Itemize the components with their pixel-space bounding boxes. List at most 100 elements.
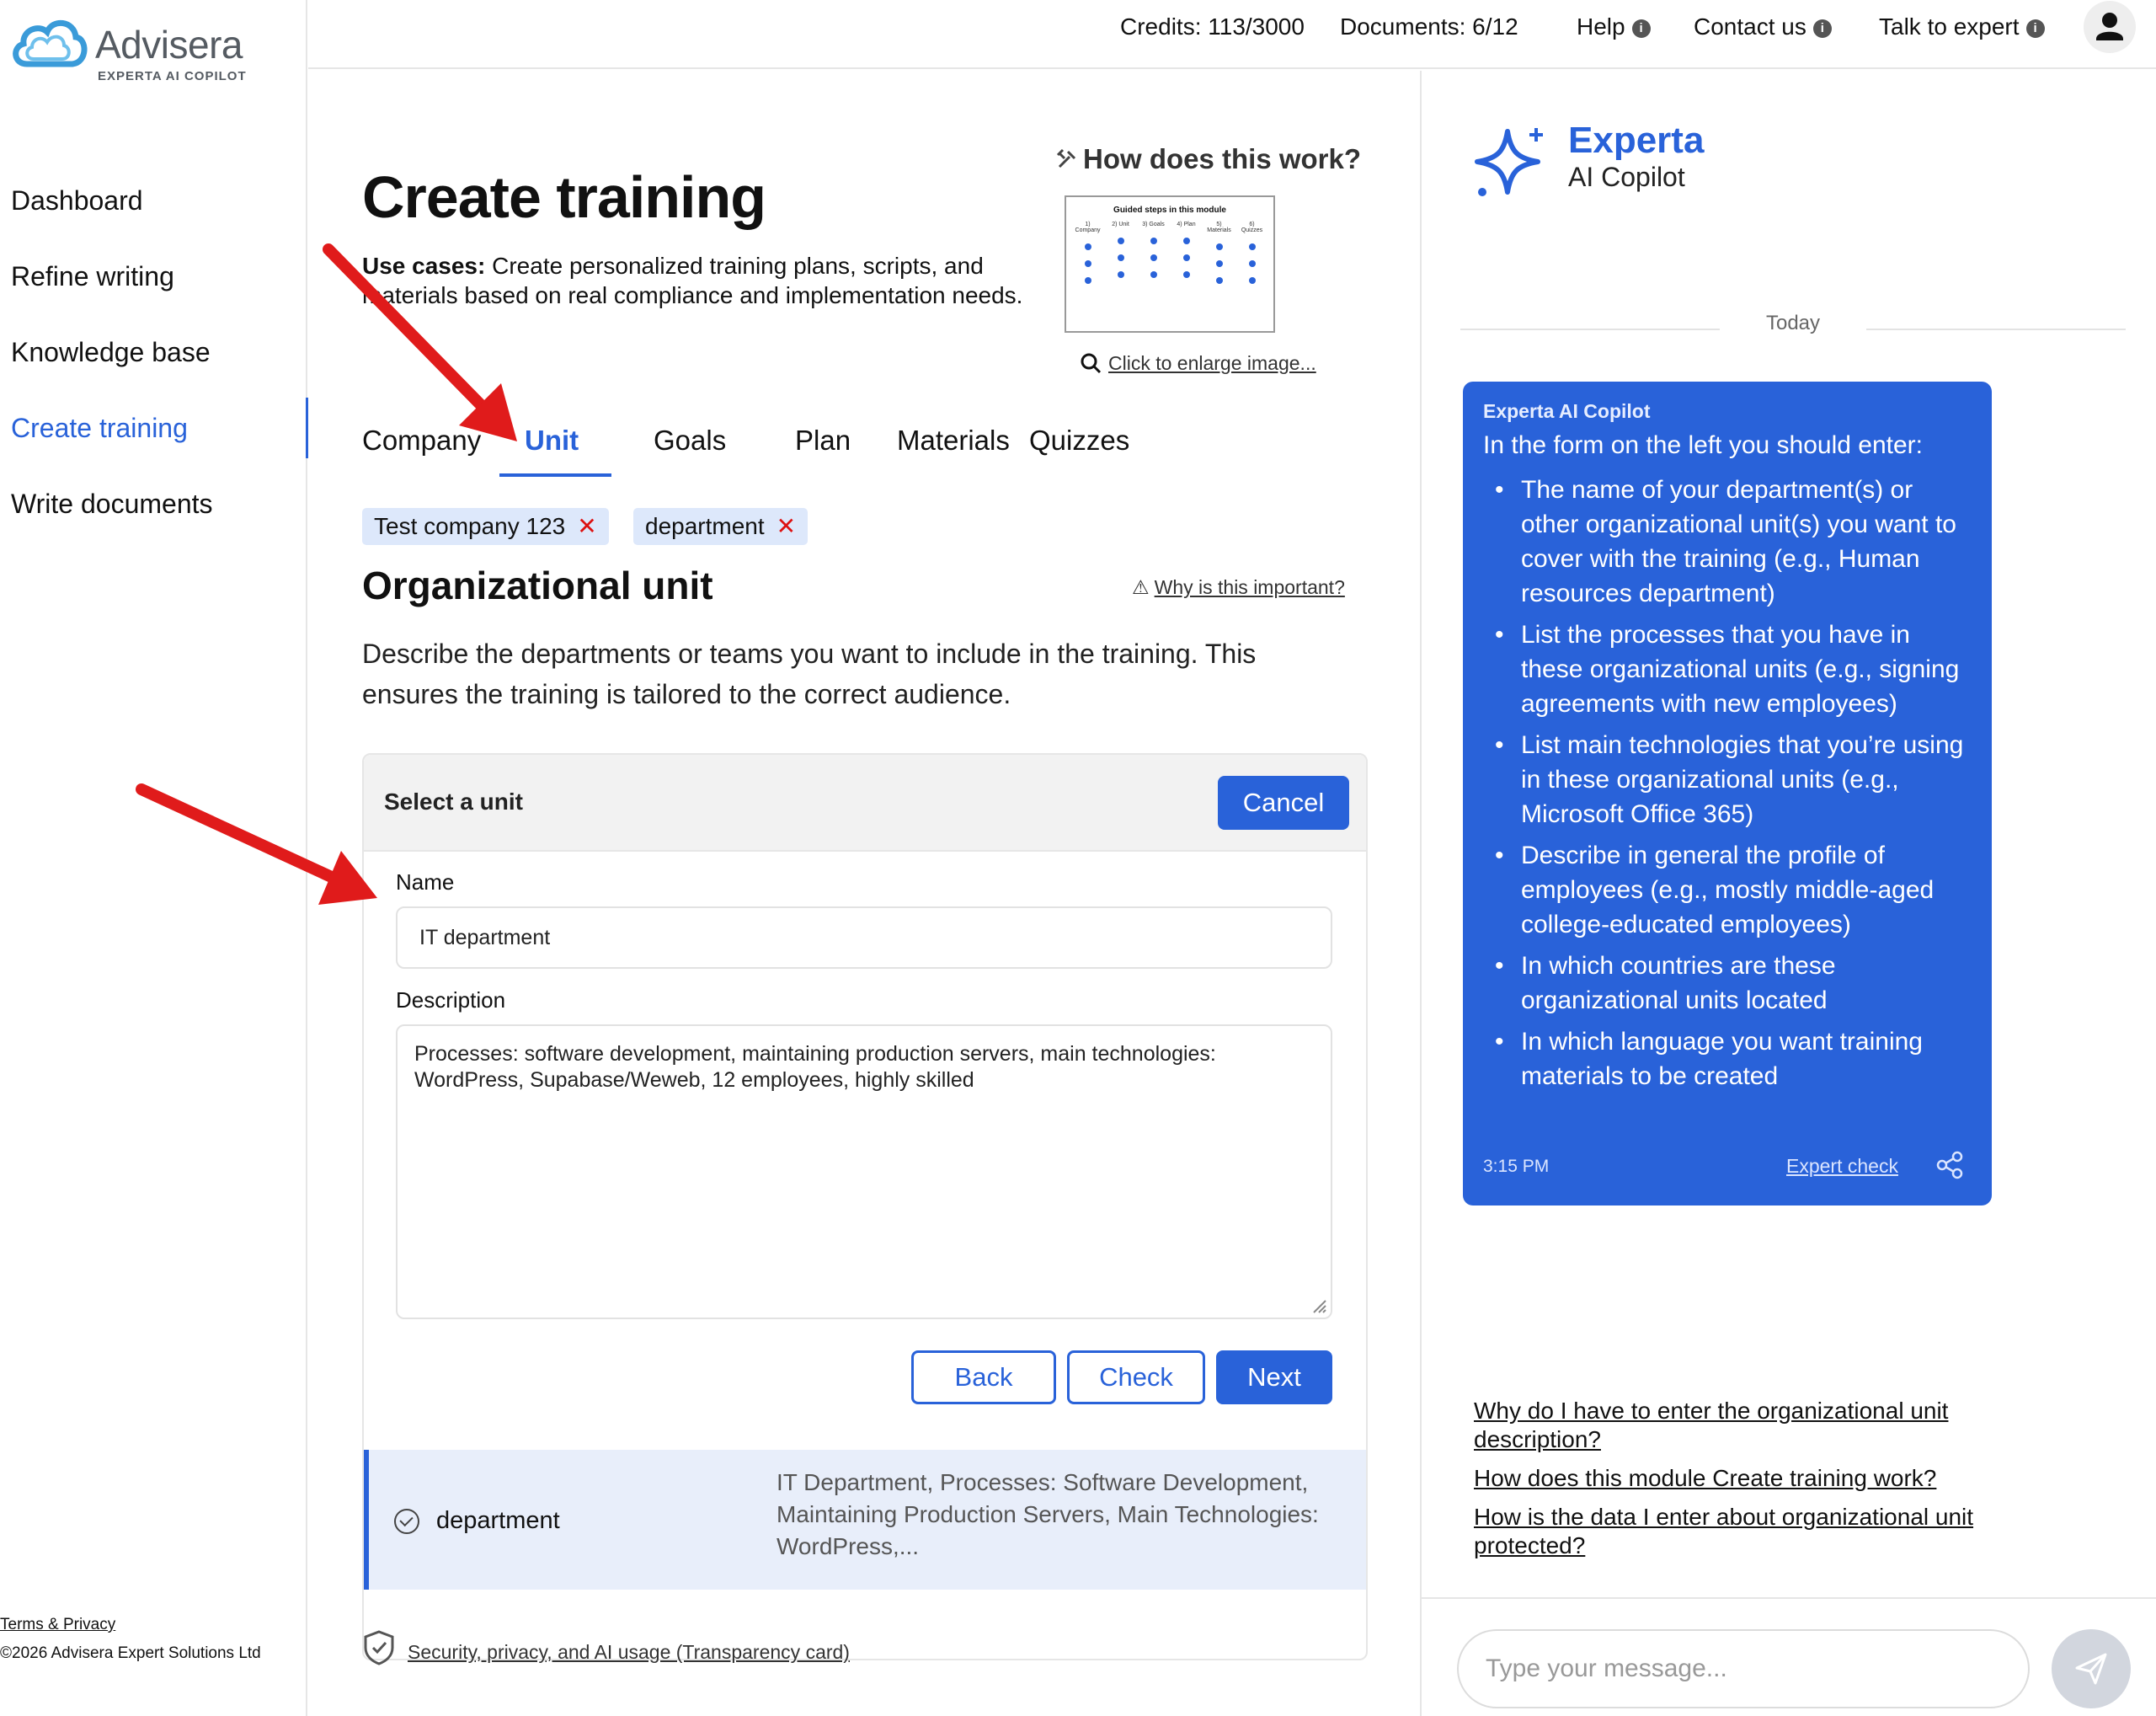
form-header: Select a unit Cancel [364, 755, 1366, 852]
close-icon[interactable]: ✕ [577, 513, 596, 539]
share-icon[interactable] [1935, 1150, 1965, 1180]
copyright-text: ©2026 Advisera Expert Solutions Ltd [0, 1644, 261, 1662]
saved-unit-description: IT Department, Processes: Software Devel… [776, 1469, 1319, 1559]
chip-label: department [645, 513, 765, 539]
send-button[interactable] [2052, 1629, 2131, 1708]
tab-plan[interactable]: Plan [795, 425, 851, 457]
contact-us-link[interactable]: Contact us i [1694, 13, 1832, 40]
credits-counter: Credits: 113/3000 [1120, 13, 1305, 40]
advisera-logo[interactable]: Advisera EXPERTA AI COPILOT [8, 10, 295, 90]
info-icon: i [1631, 19, 1651, 38]
use-cases-text: Use cases: Create personalized training … [362, 251, 1027, 310]
section-description: Describe the departments or teams you wa… [362, 639, 1257, 709]
why-important-link[interactable]: ⚠ Why is this important? [1132, 576, 1345, 599]
expert-check-link[interactable]: Expert check [1786, 1155, 1898, 1178]
copilot-brand-sub: AI Copilot [1568, 162, 1685, 192]
back-button[interactable]: Back [911, 1350, 1056, 1404]
magnifier-icon [1081, 353, 1102, 374]
suggestion-link[interactable]: How is the data I enter about organizati… [1474, 1503, 2063, 1560]
check-circle-icon [394, 1509, 419, 1534]
resize-handle-icon[interactable] [1309, 1296, 1327, 1314]
saved-unit-name: department [436, 1507, 560, 1534]
active-tab-indicator [499, 473, 611, 477]
page-title: Create training [362, 164, 766, 230]
enlarge-label: Click to enlarge image... [1108, 352, 1316, 374]
help-link[interactable]: Help i [1577, 13, 1651, 40]
how-step-label: 4) Plan [1177, 222, 1196, 227]
how-it-works-label: How does this work? [1083, 143, 1362, 174]
close-icon[interactable]: ✕ [776, 513, 796, 539]
how-step-label: 6) Quizzes [1241, 222, 1263, 233]
how-step-label: 2) Unit [1112, 222, 1129, 227]
use-cases-label: Use cases: [362, 253, 486, 279]
selected-unit-chip: department ✕ [633, 508, 808, 545]
suggestion-link[interactable]: Why do I have to enter the organizationa… [1474, 1397, 2063, 1454]
tab-company[interactable]: Company [362, 425, 481, 457]
composer-divider [1422, 1597, 2156, 1599]
sidebar-item-write-documents[interactable]: Write documents [11, 480, 306, 556]
tab-goals[interactable]: Goals [654, 425, 726, 457]
avatar[interactable] [2084, 1, 2136, 53]
sidebar-item-create-training[interactable]: Create training [11, 398, 308, 480]
unit-form-card: Select a unit Cancel Name IT department … [362, 753, 1368, 1660]
how-step: 2) Unit [1108, 222, 1134, 284]
main-content: Create training Use cases: Create person… [308, 71, 1420, 1716]
check-button[interactable]: Check [1067, 1350, 1205, 1404]
sidebar-nav: Dashboard Refine writing Knowledge base … [11, 177, 308, 556]
tab-unit[interactable]: Unit [525, 425, 579, 457]
sidebar-item-knowledge-base[interactable]: Knowledge base [11, 329, 306, 404]
section-title: Organizational unit [362, 564, 713, 607]
enlarge-image-link[interactable]: Click to enlarge image... [1080, 352, 1316, 375]
talk-label: Talk to expert [1879, 13, 2020, 40]
next-button[interactable]: Next [1216, 1350, 1332, 1404]
info-icon: i [2025, 19, 2045, 38]
message-sender: Experta AI Copilot [1483, 400, 1651, 422]
how-step: 1) Company [1075, 222, 1101, 284]
how-image-heading: Guided steps in this module [1113, 206, 1226, 215]
send-icon [2075, 1653, 2107, 1685]
copilot-panel: Experta AI Copilot Today Experta AI Copi… [1420, 71, 2156, 1716]
how-step-label: 1) Company [1075, 222, 1101, 233]
copilot-brand-name: Experta [1568, 120, 1705, 161]
documents-counter: Documents: 6/12 [1340, 13, 1518, 40]
info-icon: i [1812, 19, 1832, 38]
suggestion-link[interactable]: How does this module Create training wor… [1474, 1464, 2063, 1493]
assistant-message: Experta AI Copilot In the form on the le… [1463, 382, 1992, 1205]
transparency-card-link[interactable]: Security, privacy, and AI usage (Transpa… [362, 1629, 850, 1671]
contact-label: Contact us [1694, 13, 1806, 40]
cloud-logo-icon [13, 20, 88, 67]
description-field[interactable]: Processes: software development, maintai… [396, 1024, 1332, 1319]
saved-unit-row[interactable]: department IT Department, Processes: Sof… [364, 1450, 1366, 1590]
tab-quizzes[interactable]: Quizzes [1029, 425, 1129, 457]
name-field[interactable]: IT department [396, 906, 1332, 969]
how-step: 6) Quizzes [1240, 222, 1265, 284]
shield-icon [364, 1630, 394, 1665]
date-divider: Today [1460, 312, 2126, 345]
selected-company-chip: Test company 123 ✕ [362, 508, 609, 545]
talk-to-expert-link[interactable]: Talk to expert i [1879, 13, 2045, 40]
user-icon [2096, 13, 2123, 40]
how-it-works-title: How does this work? [1056, 143, 1361, 175]
message-bullet: Describe in general the profile of emplo… [1483, 838, 1975, 942]
sidebar: Advisera EXPERTA AI COPILOT Dashboard Re… [0, 0, 308, 1716]
how-it-works-image[interactable]: Guided steps in this module 1) Company 2… [1065, 195, 1275, 333]
chat-message-input[interactable]: Type your message... [1457, 1629, 2030, 1708]
cancel-button[interactable]: Cancel [1218, 776, 1349, 830]
logo-tagline: EXPERTA AI COPILOT [98, 69, 247, 83]
terms-privacy-link[interactable]: Terms & Privacy [0, 1616, 261, 1634]
tab-materials[interactable]: Materials [897, 425, 1010, 457]
message-intro: In the form on the left you should enter… [1483, 431, 1923, 459]
message-bullet: List main technologies that you’re using… [1483, 728, 1975, 831]
description-label: Description [396, 987, 506, 1013]
sidebar-item-refine-writing[interactable]: Refine writing [11, 253, 306, 329]
how-step: 5) Materials [1207, 222, 1232, 284]
description-text: Processes: software development, maintai… [414, 1042, 1216, 1092]
sparkle-icon [1475, 128, 1543, 196]
message-bullet: The name of your department(s) or other … [1483, 473, 1975, 611]
sidebar-footer: Terms & Privacy ©2026 Advisera Expert So… [0, 1616, 261, 1663]
message-bullet: List the processes that you have in thes… [1483, 617, 1975, 721]
logo-wordmark: Advisera [95, 23, 243, 67]
how-step: 4) Plan [1174, 222, 1199, 284]
sidebar-item-dashboard[interactable]: Dashboard [11, 177, 306, 253]
help-label: Help [1577, 13, 1625, 40]
